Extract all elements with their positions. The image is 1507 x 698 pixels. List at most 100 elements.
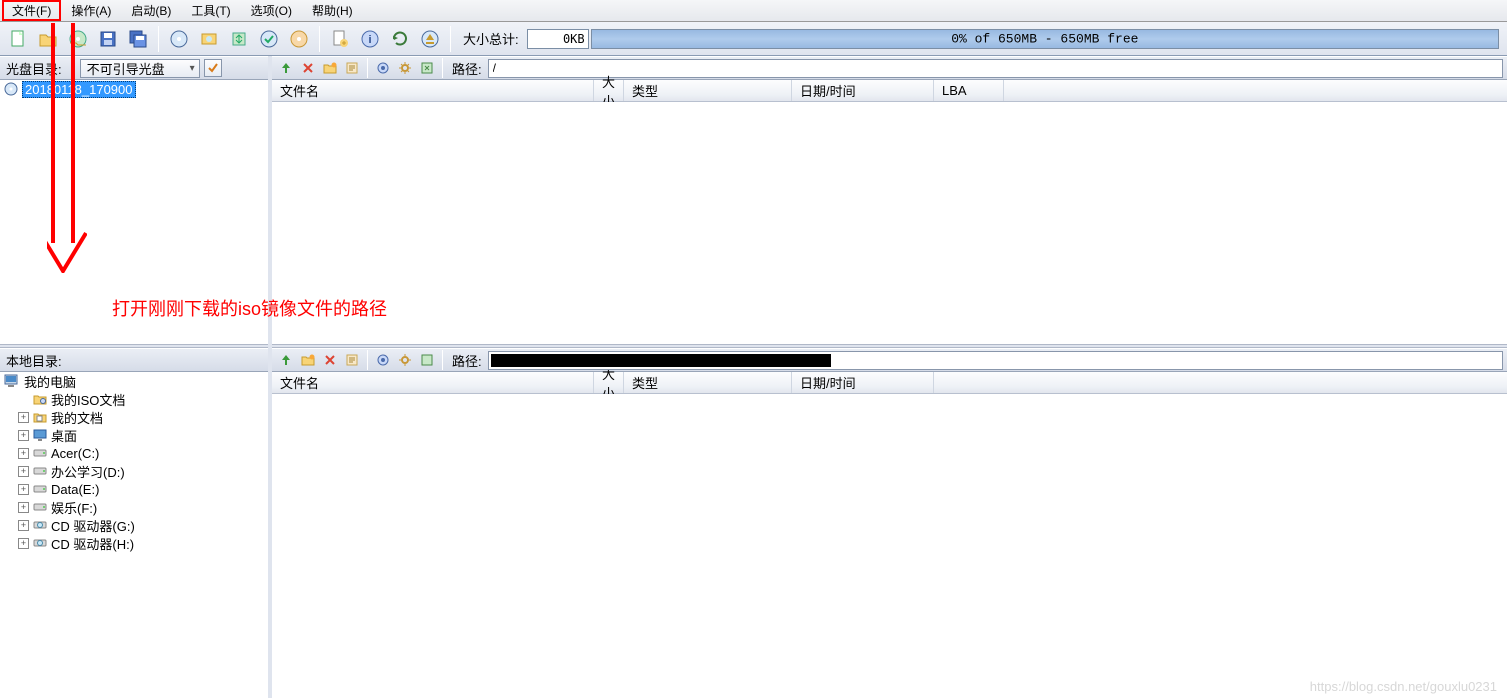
local-directory-pane: 本地目录: 我的电脑 我的ISO文档 + 我的文档 + 桌面+Acer(C:)+办公学习… [0,348,268,698]
compress-button[interactable] [225,25,253,53]
folder-docs-icon [33,410,47,424]
expand-icon[interactable]: + [18,430,29,441]
save-button[interactable] [94,25,122,53]
burn-button[interactable] [165,25,193,53]
disc-directory-header: 光盘目录: 不可引导光盘 [0,56,268,80]
disc-tree[interactable]: 20180118_170900 [0,80,268,344]
size-total-label: 大小总计: [463,29,519,48]
tree-item-label: CD 驱动器(H:) [51,534,134,553]
col2-date[interactable]: 日期/时间 [792,372,934,393]
save-as-button[interactable] [124,25,152,53]
tree-item-label: 桌面 [51,426,77,445]
bootable-check-button[interactable] [204,59,222,77]
local-tree[interactable]: 我的电脑 我的ISO文档 + 我的文档 + 桌面+Acer(C:)+办公学习(D:)+D… [0,372,268,698]
menu-action[interactable]: 操作(A) [61,0,121,21]
expand-icon[interactable]: + [18,412,29,423]
refresh-button[interactable] [386,25,414,53]
tree-item-label: 我的文档 [51,408,103,427]
size-total-input[interactable] [527,29,589,49]
settings-button[interactable] [395,58,415,78]
main-toolbar: i 大小总计: 0% of 650MB - 650MB free [0,22,1507,56]
eject-button[interactable] [416,25,444,53]
refresh2-button[interactable] [417,58,437,78]
expand-icon[interactable]: + [18,484,29,495]
delete2-button[interactable] [320,350,340,370]
properties-button[interactable] [342,58,362,78]
local-tree-item[interactable]: +办公学习(D:) [0,462,268,480]
local-directory-header: 本地目录: [0,348,268,372]
col2-spacer [934,372,1507,393]
add-button[interactable] [326,25,354,53]
open-button[interactable] [34,25,62,53]
disc-file-columns: 文件名 大小 类型 日期/时间 LBA [272,80,1507,102]
bootable-dropdown[interactable]: 不可引导光盘 [80,59,200,78]
bootable-dropdown-value: 不可引导光盘 [87,59,165,78]
expand-icon[interactable]: + [18,448,29,459]
disc-tree-root[interactable]: 20180118_170900 [0,80,268,98]
local-tree-item[interactable]: + 娱乐(F:) [0,498,268,516]
cd-icon [33,536,47,550]
new-button[interactable] [4,25,32,53]
info-button[interactable]: i [356,25,384,53]
expand-icon[interactable]: + [18,502,29,513]
col-date[interactable]: 日期/时间 [792,80,934,101]
col-filename[interactable]: 文件名 [272,80,594,101]
local-tree-root[interactable]: 我的电脑 [0,372,268,390]
checksum-button[interactable] [255,25,283,53]
local-path-label: 路径: [452,351,482,370]
col2-type[interactable]: 类型 [624,372,792,393]
spacer [18,394,29,405]
col2-size[interactable]: 大小 [594,372,624,393]
local-tree-item[interactable]: + 我的文档 [0,408,268,426]
disc-tree-root-label: 20180118_170900 [22,81,136,98]
expand-icon[interactable]: + [18,466,29,477]
local-tree-item[interactable]: +Data(E:) [0,480,268,498]
local-file-list[interactable] [272,394,1507,698]
local-tree-item[interactable]: + CD 驱动器(H:) [0,534,268,552]
disc-icon [4,82,18,96]
menu-help[interactable]: 帮助(H) [302,0,363,21]
refresh3-button[interactable] [417,350,437,370]
local-file-toolbar: 路径: [272,348,1507,372]
col-type[interactable]: 类型 [624,80,792,101]
menu-options[interactable]: 选项(O) [241,0,302,21]
new-folder-button[interactable] [320,58,340,78]
disc-path-input[interactable] [488,59,1503,78]
capacity-progress-text: 0% of 650MB - 650MB free [951,31,1138,46]
disc-file-list[interactable] [272,102,1507,344]
disc-directory-label: 光盘目录: [6,59,62,78]
delete-button[interactable] [298,58,318,78]
mount-button[interactable] [195,25,223,53]
col-size[interactable]: 大小 [594,80,624,101]
menu-bar: 文件(F) 操作(A) 启动(B) 工具(T) 选项(O) 帮助(H) [0,0,1507,22]
tree-item-label: 娱乐(F:) [51,498,97,517]
disc-button[interactable] [285,25,313,53]
view-button[interactable] [373,58,393,78]
view2-button[interactable] [373,350,393,370]
col2-filename[interactable]: 文件名 [272,372,594,393]
settings2-button[interactable] [395,350,415,370]
local-tree-item[interactable]: +Acer(C:) [0,444,268,462]
local-directory-label: 本地目录: [6,351,62,370]
left-column: 光盘目录: 不可引导光盘 20180118_170900 本地目录: [0,56,272,698]
menu-tools[interactable]: 工具(T) [181,0,240,21]
local-path-input[interactable] [488,351,1503,370]
properties2-button[interactable] [342,350,362,370]
drive-icon [33,464,47,478]
local-tree-item[interactable]: + 桌面 [0,426,268,444]
expand-icon[interactable]: + [18,520,29,531]
menu-file[interactable]: 文件(F) [2,0,61,21]
up-button[interactable] [276,58,296,78]
local-tree-root-label: 我的电脑 [24,372,76,391]
expand-icon[interactable]: + [18,538,29,549]
new-folder2-button[interactable] [298,350,318,370]
up2-button[interactable] [276,350,296,370]
local-tree-item[interactable]: 我的ISO文档 [0,390,268,408]
col-lba[interactable]: LBA [934,80,1004,101]
menu-boot[interactable]: 启动(B) [121,0,181,21]
local-file-columns: 文件名 大小 类型 日期/时间 [272,372,1507,394]
desktop-icon [33,428,47,442]
local-tree-item[interactable]: + CD 驱动器(G:) [0,516,268,534]
tree-item-label: CD 驱动器(G:) [51,516,135,535]
open-cd-button[interactable] [64,25,92,53]
